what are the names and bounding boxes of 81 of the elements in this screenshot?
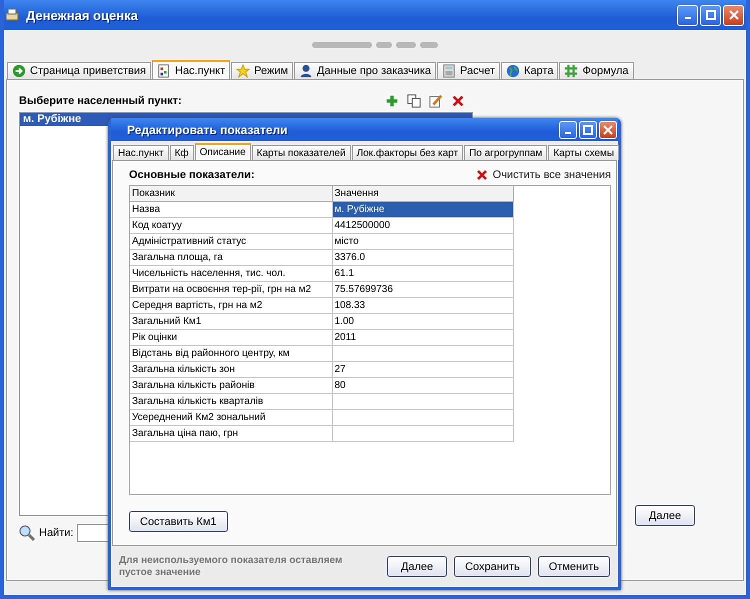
tab[interactable]: Нас.пункт: [152, 60, 230, 79]
dialog-button[interactable]: Отменить: [538, 556, 610, 577]
column-header[interactable]: Значення: [332, 186, 513, 202]
tab[interactable]: Описание: [194, 143, 251, 160]
table-cell: Загальна ціна паю, грн: [130, 426, 332, 442]
table-cell[interactable]: [332, 410, 513, 426]
globe-icon: [506, 64, 520, 78]
table-cell: Загальна кількість кварталів: [130, 394, 332, 410]
search-label: Найти:: [39, 527, 74, 539]
maximize-icon: [583, 124, 593, 134]
table-cell[interactable]: 108.33: [332, 298, 513, 314]
clear-link[interactable]: Очистить все значения: [476, 169, 611, 181]
table-cell[interactable]: [332, 426, 513, 442]
list-prompt: Выберите населенный пункт:: [19, 95, 182, 107]
delete-icon: [476, 170, 487, 180]
tab[interactable]: По агрогруппам: [464, 145, 548, 160]
tab[interactable]: Режим: [231, 62, 294, 79]
next-button[interactable]: Далее: [635, 505, 695, 526]
tab[interactable]: Кф: [170, 145, 194, 160]
table-cell: Код коатуу: [130, 218, 332, 234]
table-cell[interactable]: місто: [332, 234, 513, 250]
tab[interactable]: Расчет: [437, 62, 500, 79]
dialog-title: Редактировать показатели: [127, 122, 288, 136]
dialog-button[interactable]: Далее: [387, 556, 448, 577]
hint-text: Для неиспользуемого показателя оставляем пустое значение: [119, 554, 344, 578]
table-cell[interactable]: м. Рубіжне: [332, 202, 513, 218]
tab[interactable]: Карта: [501, 62, 558, 79]
table-cell: Витрати на освоєння тер-рії, грн на м2: [130, 282, 332, 298]
table-cell: Адміністративний статус: [130, 234, 332, 250]
star-icon: [236, 64, 250, 78]
table-cell[interactable]: 75.57699736: [332, 282, 513, 298]
table-cell: Рік оцінки: [130, 330, 332, 346]
window-title: Денежная оценка: [26, 8, 138, 22]
close-icon: [728, 10, 738, 20]
grid-icon: [564, 64, 578, 78]
table-cell: Загальна площа, га: [130, 250, 332, 266]
table-cell[interactable]: 27: [332, 362, 513, 378]
compose-button[interactable]: Составить Км1: [129, 511, 228, 532]
table-cell[interactable]: 2011: [332, 330, 513, 346]
section-title: Основные показатели:: [129, 169, 254, 181]
maximize-button[interactable]: [579, 120, 597, 138]
column-header[interactable]: Показник: [130, 186, 332, 202]
printer-icon: [4, 7, 20, 23]
search-icon: [19, 525, 35, 541]
table-cell: Середня вартість, грн на м2: [130, 298, 332, 314]
tab[interactable]: Карты схемы: [548, 145, 620, 160]
close-button[interactable]: [599, 120, 617, 138]
person-icon: [299, 64, 314, 78]
table-cell[interactable]: 1.00: [332, 314, 513, 330]
tab[interactable]: Лок.факторы без карт: [352, 145, 464, 160]
table-cell: Назва: [130, 202, 332, 218]
table-cell: Загальна кількість зон: [130, 362, 332, 378]
table-cell: Загальний Км1: [130, 314, 332, 330]
delete-icon: [451, 94, 465, 108]
minimize-button[interactable]: [559, 120, 577, 138]
table-cell: Чисельність населення, тис. чол.: [130, 266, 332, 282]
table-cell[interactable]: 3376.0: [332, 250, 513, 266]
dialog-button[interactable]: Сохранить: [454, 556, 531, 577]
minimize-icon: [684, 17, 690, 19]
tab[interactable]: Нас.пункт: [113, 145, 169, 160]
tab[interactable]: Карты показателей: [252, 145, 351, 160]
copy-icon: [407, 94, 421, 108]
table-cell[interactable]: [332, 394, 513, 410]
maximize-icon: [706, 10, 716, 20]
edit-icon: [429, 94, 443, 108]
table-cell: Усереднений Км2 зональний: [130, 410, 332, 426]
maximize-button[interactable]: [700, 4, 721, 26]
tab[interactable]: Данные про заказчика: [294, 62, 436, 79]
table-cell[interactable]: [332, 346, 513, 362]
add-icon: [385, 94, 399, 108]
close-icon: [603, 124, 613, 134]
close-button[interactable]: [723, 4, 744, 26]
table-cell: Загальна кількість районів: [130, 378, 332, 394]
table-cell[interactable]: 80: [332, 378, 513, 394]
minimize-icon: [565, 132, 571, 134]
minimize-button[interactable]: [677, 4, 698, 26]
tab[interactable]: Страница приветствия: [7, 62, 151, 79]
table-cell[interactable]: 61.1: [332, 266, 513, 282]
tab[interactable]: Формула: [559, 62, 634, 79]
table-cell: Відстань від районного центру, км: [130, 346, 332, 362]
table-cell[interactable]: 4412500000: [332, 218, 513, 234]
